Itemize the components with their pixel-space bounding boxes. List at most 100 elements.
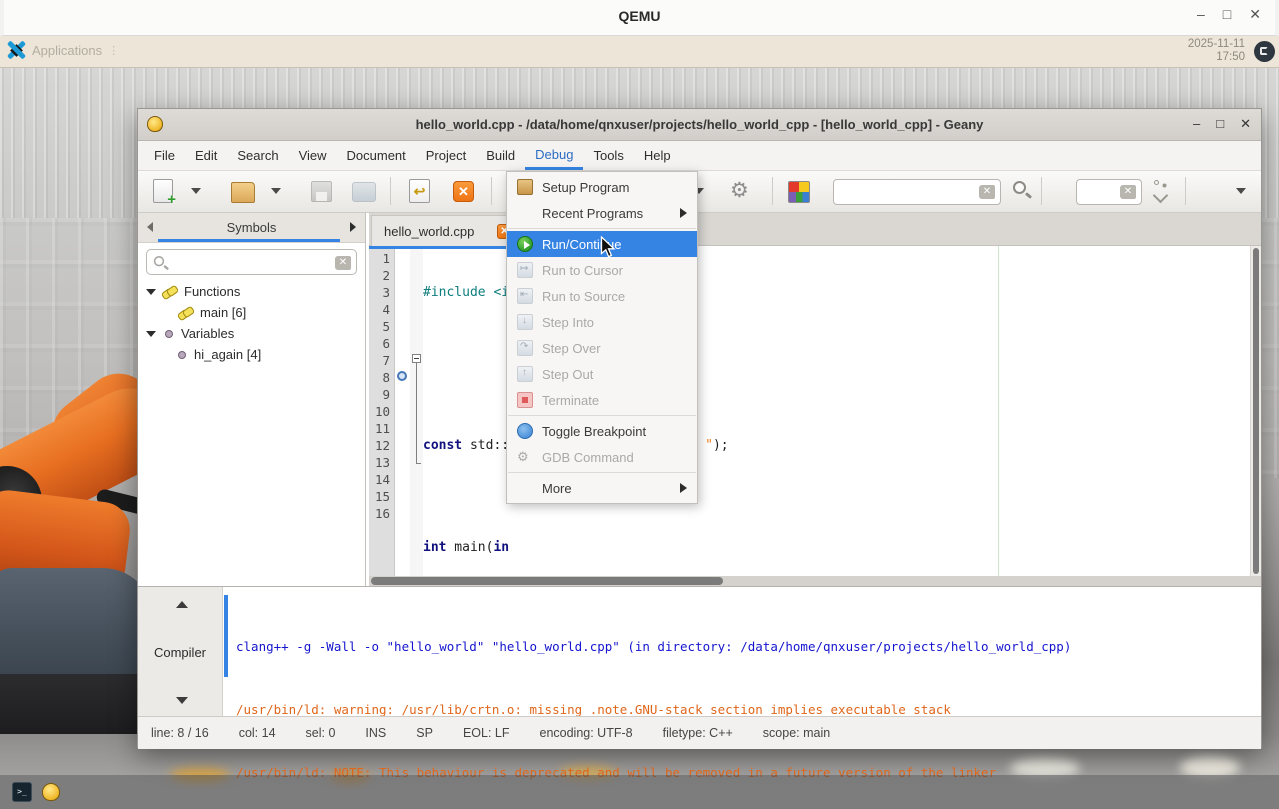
vertical-scrollbar-thumb[interactable] xyxy=(1253,248,1259,574)
line-number[interactable]: 16 xyxy=(369,505,394,522)
status-sp-mode[interactable]: SP xyxy=(416,726,433,740)
execute-button[interactable]: ⚙ xyxy=(730,179,749,203)
menu-document[interactable]: Document xyxy=(337,141,416,170)
fold-margin[interactable] xyxy=(410,246,423,576)
line-number[interactable]: 4 xyxy=(369,301,394,318)
line-number[interactable]: 10 xyxy=(369,403,394,420)
goto-line-input[interactable] xyxy=(1083,181,1117,203)
tab-hello-world-cpp[interactable]: hello_world.cpp ✕ xyxy=(371,215,519,246)
breakpoint-marker-icon[interactable] xyxy=(397,371,407,381)
menu-item-step-out[interactable]: Step Out xyxy=(507,361,697,387)
menu-item-run-to-cursor[interactable]: Run to Cursor xyxy=(507,257,697,283)
status-ins-mode[interactable]: INS xyxy=(365,726,386,740)
compiler-message[interactable]: clang++ -g -Wall -o "hello_world" "hello… xyxy=(236,636,1261,657)
line-number[interactable]: 15 xyxy=(369,488,394,505)
menu-item-run-continue[interactable]: Run/Continue xyxy=(507,231,697,257)
menu-view[interactable]: View xyxy=(289,141,337,170)
open-file-dropdown-arrow[interactable] xyxy=(271,188,281,194)
symbols-search-clear-icon[interactable]: ✕ xyxy=(335,256,351,270)
fold-collapse-icon[interactable] xyxy=(412,354,421,363)
sidebar-tab-right-arrow[interactable] xyxy=(350,222,356,232)
line-number[interactable]: 9 xyxy=(369,386,394,403)
line-number[interactable]: 7 xyxy=(369,352,394,369)
line-number[interactable]: 3 xyxy=(369,284,394,301)
horizontal-scrollbar[interactable] xyxy=(369,576,1261,586)
qemu-minimize-button[interactable]: – xyxy=(1197,6,1205,23)
color-chooser-button[interactable] xyxy=(788,181,810,203)
line-number[interactable]: 11 xyxy=(369,420,394,437)
horizontal-scrollbar-thumb[interactable] xyxy=(371,577,723,585)
terminal-taskbar-icon[interactable]: >_ xyxy=(12,782,32,802)
search-clear-icon[interactable]: ✕ xyxy=(979,185,995,199)
line-number[interactable]: 12 xyxy=(369,437,394,454)
geany-close-button[interactable]: ✕ xyxy=(1240,116,1251,132)
line-number[interactable]: 6 xyxy=(369,335,394,352)
symbols-search-box[interactable]: ✕ xyxy=(146,249,357,275)
expander-icon[interactable] xyxy=(146,330,156,337)
menu-item-more[interactable]: More xyxy=(507,475,697,501)
toolbar-overflow-arrow[interactable] xyxy=(1236,188,1246,194)
save-all-button[interactable] xyxy=(352,182,376,202)
expander-icon[interactable] xyxy=(146,288,156,295)
menu-item-run-to-source[interactable]: Run to Source xyxy=(507,283,697,309)
menu-item-terminate[interactable]: Terminate xyxy=(507,387,697,413)
goto-line-entry[interactable]: ✕ xyxy=(1076,179,1142,205)
vertical-scrollbar[interactable] xyxy=(1250,246,1261,576)
menu-search[interactable]: Search xyxy=(227,141,288,170)
search-input[interactable] xyxy=(840,181,970,203)
marker-margin[interactable] xyxy=(396,246,410,576)
line-number-margin[interactable]: 1 2 3 4 5 6 7 8 9 10 11 12 13 14 15 16 xyxy=(369,246,395,576)
menu-item-step-over[interactable]: Step Over xyxy=(507,335,697,361)
line-number[interactable]: 14 xyxy=(369,471,394,488)
save-button[interactable] xyxy=(311,181,332,202)
menu-item-gdb-command[interactable]: ⚙ GDB Command xyxy=(507,444,697,470)
open-file-button[interactable] xyxy=(231,182,255,203)
goto-clear-icon[interactable]: ✕ xyxy=(1120,185,1136,199)
search-button[interactable] xyxy=(1011,179,1033,203)
geany-minimize-button[interactable]: – xyxy=(1193,116,1200,132)
menu-file[interactable]: File xyxy=(144,141,185,170)
panel-clock[interactable]: 2025-11-11 17:50 xyxy=(1188,38,1245,64)
menu-build[interactable]: Build xyxy=(476,141,525,170)
line-number[interactable]: 8 xyxy=(369,369,394,386)
tab-compiler[interactable]: Compiler xyxy=(138,645,222,660)
scroll-up-arrow-icon[interactable] xyxy=(176,601,188,608)
line-number[interactable]: 2 xyxy=(369,267,394,284)
menu-item-step-into[interactable]: Step Into xyxy=(507,309,697,335)
applications-menu-button[interactable]: Applications ⋮ xyxy=(6,40,120,60)
geany-titlebar[interactable]: hello_world.cpp - /data/home/qnxuser/pro… xyxy=(138,109,1261,141)
new-file-button[interactable] xyxy=(153,179,176,208)
clipboard-tray-icon[interactable] xyxy=(1254,41,1275,62)
menu-project[interactable]: Project xyxy=(416,141,476,170)
revert-button[interactable]: ↩ xyxy=(409,179,430,203)
tree-item-functions[interactable]: Functions xyxy=(138,281,365,302)
geany-maximize-button[interactable]: □ xyxy=(1216,116,1224,132)
applications-logo-icon xyxy=(6,40,26,60)
close-file-button[interactable]: ✕ xyxy=(453,181,474,202)
menu-help[interactable]: Help xyxy=(634,141,681,170)
symbols-search-input[interactable] xyxy=(173,251,333,273)
toolbar-search-entry[interactable]: ✕ xyxy=(833,179,1001,205)
tree-item-main[interactable]: main [6] xyxy=(138,302,365,323)
screen: QEMU – □ ✕ Applications ⋮ 2025-11-11 17:… xyxy=(0,0,1279,809)
menu-tools[interactable]: Tools xyxy=(583,141,633,170)
menu-item-toggle-breakpoint[interactable]: Toggle Breakpoint xyxy=(507,418,697,444)
tree-item-hi-again[interactable]: hi_again [4] xyxy=(138,344,365,365)
new-file-dropdown-arrow[interactable] xyxy=(191,188,201,194)
menu-edit[interactable]: Edit xyxy=(185,141,227,170)
line-number[interactable]: 1 xyxy=(369,250,394,267)
menu-item-setup-program[interactable]: Setup Program xyxy=(507,174,697,200)
goto-line-button[interactable] xyxy=(1150,179,1172,203)
tab-symbols[interactable]: Symbols xyxy=(138,220,365,235)
geany-taskbar-icon[interactable] xyxy=(42,783,60,801)
tree-item-variables[interactable]: Variables xyxy=(138,323,365,344)
qemu-close-button[interactable]: ✕ xyxy=(1249,6,1261,23)
line-number[interactable]: 5 xyxy=(369,318,394,335)
compiler-messages[interactable]: clang++ -g -Wall -o "hello_world" "hello… xyxy=(224,587,1261,780)
line-number[interactable]: 13 xyxy=(369,454,394,471)
scroll-down-arrow-icon[interactable] xyxy=(176,697,188,704)
menu-debug[interactable]: Debug xyxy=(525,141,584,170)
code-editor[interactable]: 1 2 3 4 5 6 7 8 9 10 11 12 13 14 15 16 #… xyxy=(369,246,1261,576)
qemu-maximize-button[interactable]: □ xyxy=(1223,6,1231,23)
menu-item-recent-programs[interactable]: Recent Programs xyxy=(507,200,697,226)
